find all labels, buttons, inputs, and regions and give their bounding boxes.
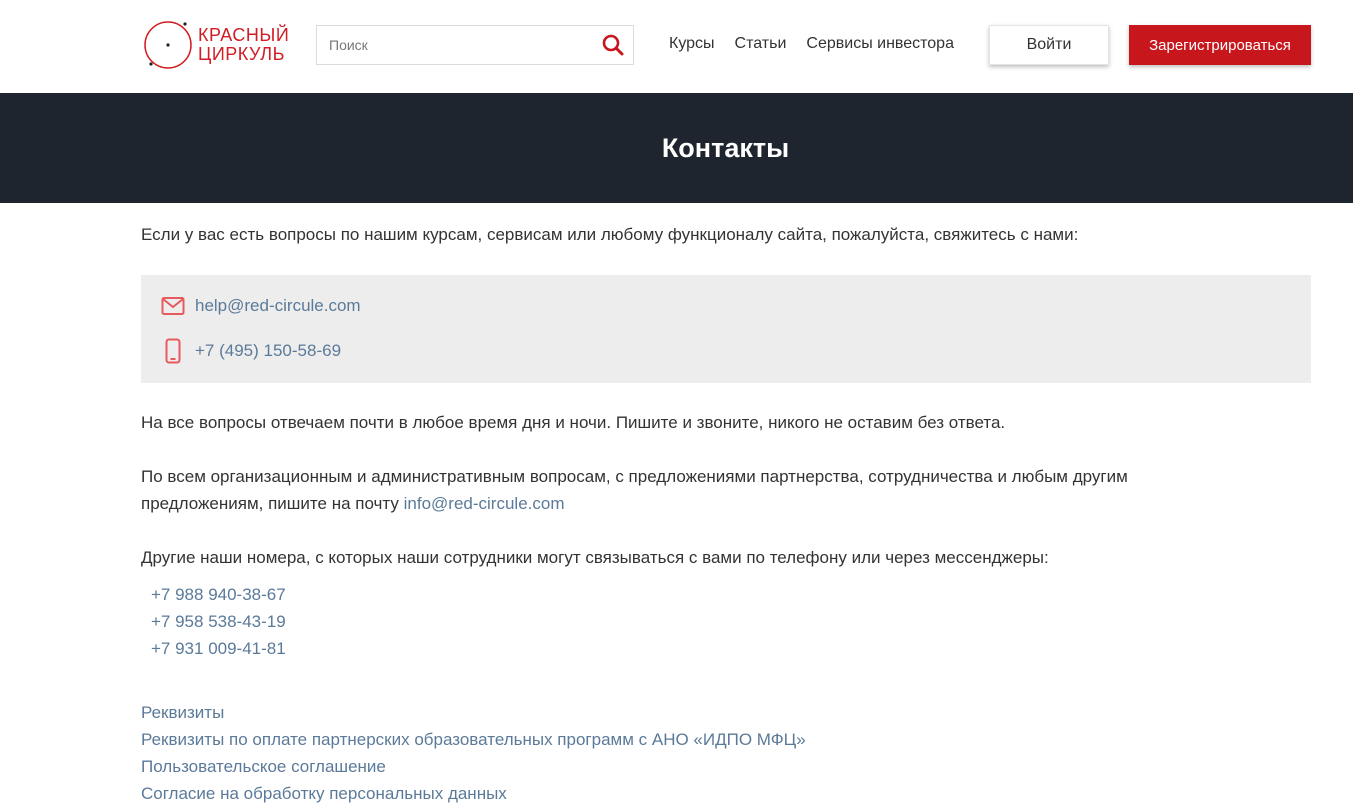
page-title: Контакты [662, 133, 789, 164]
other-numbers-list: +7 988 940-38-67 +7 958 538-43-19 +7 931… [151, 581, 286, 662]
contact-email-row: help@red-circule.com [160, 292, 361, 319]
other-number-link[interactable]: +7 988 940-38-67 [151, 581, 286, 608]
other-number-link[interactable]: +7 958 538-43-19 [151, 608, 286, 635]
contact-email-link[interactable]: help@red-circule.com [195, 292, 361, 319]
login-button[interactable]: Войти [989, 25, 1109, 65]
other-numbers-intro: Другие наши номера, с которых наши сотру… [141, 544, 1049, 571]
search-input[interactable] [317, 26, 597, 64]
phone-icon [160, 338, 186, 364]
contact-box: help@red-circule.com +7 (495) 150-58-69 [141, 275, 1311, 383]
logo-circle-icon [141, 18, 197, 72]
legal-links: Реквизиты Реквизиты по оплате партнерски… [141, 699, 806, 807]
other-number-link[interactable]: +7 931 009-41-81 [151, 635, 286, 662]
site-header: КРАСНЫЙ ЦИРКУЛЬ Курсы Статьи Сервисы инв… [0, 0, 1353, 93]
search-box [316, 25, 634, 65]
nav-item-investor-services[interactable]: Сервисы инвестора [806, 35, 954, 53]
contact-phone-row: +7 (495) 150-58-69 [160, 337, 341, 364]
org-text-line-2-wrap: предложениям, пишите на почту info@red-c… [141, 490, 1128, 517]
intro-text: Если у вас есть вопросы по нашим курсам,… [141, 221, 1078, 248]
search-button[interactable] [601, 33, 625, 57]
org-paragraph: По всем организационным и административн… [141, 463, 1128, 517]
org-email-link[interactable]: info@red-circule.com [404, 494, 565, 513]
register-button[interactable]: Зарегистрироваться [1129, 25, 1311, 65]
user-agreement-link[interactable]: Пользовательское соглашение [141, 753, 806, 780]
answer-note: На все вопросы отвечаем почти в любое вр… [141, 409, 1005, 436]
contact-phone-link[interactable]: +7 (495) 150-58-69 [195, 337, 341, 364]
logo-line-2: ЦИРКУЛЬ [198, 45, 289, 64]
main-nav: Курсы Статьи Сервисы инвестора [669, 35, 954, 53]
logo-text: КРАСНЫЙ ЦИРКУЛЬ [198, 26, 289, 64]
nav-item-articles[interactable]: Статьи [735, 35, 787, 53]
logo[interactable]: КРАСНЫЙ ЦИРКУЛЬ [141, 18, 301, 72]
personal-data-consent-link[interactable]: Согласие на обработку персональных данны… [141, 780, 806, 807]
org-text-line-1: По всем организационным и административн… [141, 463, 1128, 490]
nav-item-courses[interactable]: Курсы [669, 35, 715, 53]
org-text-line-2: предложениям, пишите на почту [141, 494, 399, 513]
mail-icon [160, 293, 186, 319]
logo-line-1: КРАСНЫЙ [198, 26, 289, 45]
partner-payment-requisites-link[interactable]: Реквизиты по оплате партнерских образова… [141, 726, 806, 753]
requisites-link[interactable]: Реквизиты [141, 699, 806, 726]
search-icon [601, 33, 625, 57]
page-banner: Контакты [0, 93, 1353, 203]
